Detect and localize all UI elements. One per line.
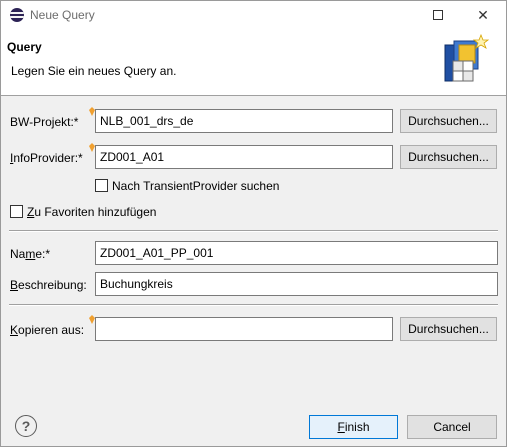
infoprovider-label: InfoProvider:* — [10, 151, 83, 165]
close-button[interactable]: ✕ — [460, 1, 506, 29]
add-to-favorites-checkbox[interactable] — [10, 205, 23, 218]
help-icon: ? — [21, 418, 31, 434]
maximize-icon — [433, 10, 443, 20]
beschreibung-label: Beschreibung: — [10, 278, 87, 292]
separator — [9, 304, 498, 306]
separator — [9, 230, 498, 232]
name-input[interactable]: ZD001_A01_PP_001 — [95, 241, 498, 265]
kopieren-label: Kopieren aus: — [10, 323, 84, 337]
infoprovider-input[interactable]: ZD001_A01 — [95, 145, 393, 169]
wizard-title: Query — [7, 40, 42, 54]
beschreibung-input[interactable]: Buchungkreis — [95, 272, 498, 296]
title-bar: Neue Query ✕ — [1, 1, 506, 29]
add-to-favorites-label: Zu Favoriten hinzufügen — [27, 205, 156, 219]
infoprovider-label-rest: nfoProvider:* — [13, 151, 83, 165]
bw-projekt-input[interactable]: NLB_001_drs_de — [95, 109, 393, 133]
wizard-header: Query Legen Sie ein neues Query an. — [1, 29, 506, 96]
name-label-mnemonic: m — [25, 247, 36, 261]
window-title: Neue Query — [30, 8, 95, 22]
beschreibung-label-rest: eschreibung: — [18, 278, 87, 292]
kopieren-label-mnemonic: K — [10, 323, 19, 337]
finish-button[interactable]: Finish — [309, 415, 398, 439]
bw-projekt-label: BW-Projekt:* — [10, 115, 79, 129]
wizard-description: Legen Sie ein neues Query an. — [11, 64, 177, 78]
add-to-favorites-label-rest: u Favoriten hinzufügen — [34, 205, 157, 219]
bw-projekt-browse-button[interactable]: Durchsuchen... — [400, 109, 497, 133]
name-label-pre: Na — [10, 247, 26, 261]
maximize-button[interactable] — [415, 1, 461, 29]
name-label-post: e:* — [35, 247, 51, 261]
query-wizard-icon — [444, 33, 490, 82]
kopieren-label-rest: opieren aus: — [18, 323, 85, 337]
infoprovider-browse-button[interactable]: Durchsuchen... — [400, 145, 497, 169]
cancel-button[interactable]: Cancel — [407, 415, 497, 439]
kopieren-browse-button[interactable]: Durchsuchen... — [400, 317, 497, 341]
help-button[interactable]: ? — [15, 415, 37, 437]
close-icon: ✕ — [477, 6, 489, 23]
finish-label-rest: inish — [344, 420, 370, 434]
transient-provider-checkbox[interactable] — [95, 179, 108, 192]
eclipse-app-icon — [10, 8, 24, 22]
name-label: Name:* — [10, 247, 50, 261]
finish-mnemonic: F — [337, 420, 345, 434]
transient-provider-label: Nach TransientProvider suchen — [112, 179, 280, 193]
beschreibung-label-mnemonic: B — [10, 278, 19, 292]
kopieren-input[interactable] — [95, 317, 393, 341]
dialog-window: Neue Query ✕ Query Legen Sie ein neues Q… — [0, 0, 507, 447]
